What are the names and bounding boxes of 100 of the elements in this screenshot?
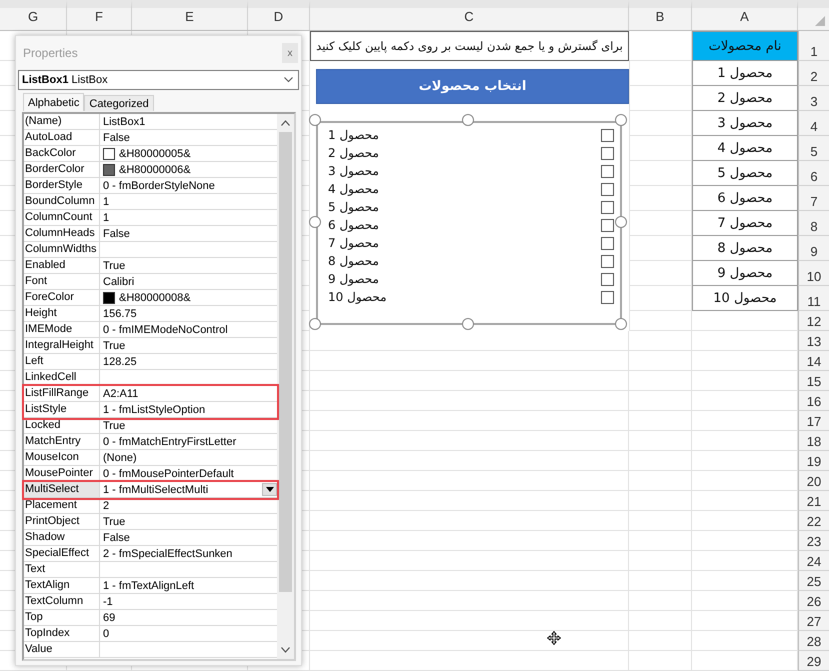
empty-cell[interactable] <box>629 451 692 471</box>
close-button[interactable]: x <box>282 43 298 63</box>
property-value[interactable]: A2:A11 <box>103 388 138 400</box>
scroll-down-icon[interactable] <box>281 647 290 653</box>
row-number[interactable]: 28 <box>798 631 829 651</box>
empty-cell[interactable] <box>310 631 629 651</box>
empty-cell[interactable] <box>629 651 692 671</box>
row-number[interactable]: 1 <box>798 31 829 61</box>
property-value[interactable]: False <box>103 532 130 544</box>
property-value[interactable]: 0 - fmBorderStyleNone <box>103 180 215 192</box>
property-name[interactable]: ForeColor <box>24 290 100 305</box>
property-name[interactable]: BackColor <box>24 146 100 161</box>
property-value[interactable]: ListBox1 <box>103 116 146 128</box>
object-selector[interactable]: ListBox1 ListBox <box>18 70 299 90</box>
empty-cell[interactable] <box>629 186 692 211</box>
checkbox[interactable] <box>601 182 614 196</box>
resize-handle[interactable] <box>615 318 627 330</box>
row-number[interactable]: 11 <box>798 286 829 311</box>
list-item[interactable]: محصول 10 <box>328 290 387 304</box>
empty-cell[interactable] <box>310 571 629 591</box>
empty-cell[interactable] <box>629 591 692 611</box>
row-number[interactable]: 4 <box>798 111 829 136</box>
empty-cell[interactable] <box>310 351 629 371</box>
empty-cell[interactable] <box>310 431 629 451</box>
empty-cell[interactable] <box>310 451 629 471</box>
empty-cell[interactable] <box>629 136 692 161</box>
empty-cell[interactable] <box>629 236 692 261</box>
property-value[interactable]: &H80000005& <box>119 148 191 160</box>
property-name[interactable]: ListStyle <box>24 402 100 417</box>
checkbox[interactable] <box>601 272 614 286</box>
property-value[interactable]: 0 - fmMatchEntryFirstLetter <box>103 436 236 448</box>
row-number[interactable]: 14 <box>798 351 829 371</box>
empty-cell[interactable] <box>629 211 692 236</box>
empty-cell[interactable] <box>629 611 692 631</box>
column-header[interactable]: A <box>692 0 798 30</box>
empty-cell[interactable] <box>629 531 692 551</box>
checkbox[interactable] <box>601 146 614 160</box>
property-name[interactable]: Value <box>24 642 100 657</box>
scrollbar-thumb[interactable] <box>279 132 292 592</box>
checkbox[interactable] <box>601 218 614 232</box>
empty-cell[interactable] <box>629 631 692 651</box>
property-value[interactable]: False <box>103 228 130 240</box>
list-box[interactable]: محصول 1 محصول 2 محصول 3 محصول 4 محصول 5 محصول 6 محصول 7 محصول 8 محصول 9 محصول 10 <box>316 121 622 325</box>
property-name[interactable]: Left <box>24 354 100 369</box>
property-value[interactable]: 1 <box>103 212 110 224</box>
list-item[interactable]: محصول 7 <box>328 236 379 250</box>
row-number[interactable]: 5 <box>798 136 829 161</box>
empty-cell[interactable] <box>310 371 629 391</box>
property-value[interactable]: 1 - fmListStyleOption <box>103 404 206 416</box>
tab[interactable]: Alphabetic <box>23 93 84 111</box>
empty-cell[interactable] <box>629 111 692 136</box>
dropdown-button[interactable] <box>262 483 277 496</box>
row-number[interactable]: 19 <box>798 451 829 471</box>
checkbox[interactable] <box>601 128 614 142</box>
resize-handle[interactable] <box>615 114 627 126</box>
empty-cell[interactable] <box>629 261 692 286</box>
checkbox[interactable] <box>601 200 614 214</box>
empty-cell[interactable] <box>310 471 629 491</box>
property-name[interactable]: Text <box>24 562 100 577</box>
property-name[interactable]: MatchEntry <box>24 434 100 449</box>
row-number[interactable]: 8 <box>798 211 829 236</box>
property-name[interactable]: Height <box>24 306 100 321</box>
list-item[interactable]: محصول 1 <box>328 128 379 142</box>
empty-cell[interactable] <box>629 551 692 571</box>
checkbox[interactable] <box>601 254 614 268</box>
empty-cell[interactable] <box>629 331 692 351</box>
row-number[interactable]: 29 <box>798 651 829 671</box>
property-value[interactable]: 0 - fmIMEModeNoControl <box>103 324 228 336</box>
property-value[interactable]: True <box>103 516 126 528</box>
scrollbar[interactable] <box>277 114 294 659</box>
row-number[interactable]: 23 <box>798 531 829 551</box>
empty-cell[interactable] <box>629 431 692 451</box>
empty-cell[interactable] <box>310 411 629 431</box>
row-number[interactable]: 15 <box>798 371 829 391</box>
list-item[interactable]: محصول 9 <box>328 272 379 286</box>
resize-handle[interactable] <box>462 318 474 330</box>
property-name[interactable]: Enabled <box>24 258 100 273</box>
property-value[interactable]: True <box>103 340 126 352</box>
property-name[interactable]: Shadow <box>24 530 100 545</box>
property-value[interactable]: &H80000006& <box>119 164 191 176</box>
empty-cell[interactable] <box>310 391 629 411</box>
list-item[interactable]: محصول 5 <box>328 200 379 214</box>
checkbox[interactable] <box>601 290 614 304</box>
empty-cell[interactable] <box>629 511 692 531</box>
property-name[interactable]: ListFillRange <box>24 386 100 401</box>
checkbox[interactable] <box>601 236 614 250</box>
property-value[interactable]: Calibri <box>103 276 134 288</box>
list-item[interactable]: محصول 6 <box>328 218 379 232</box>
property-name[interactable]: AutoLoad <box>24 130 100 145</box>
property-value[interactable]: &H80000008& <box>119 292 191 304</box>
property-name[interactable]: MouseIcon <box>24 450 100 465</box>
property-name[interactable]: LinkedCell <box>24 370 100 385</box>
property-name[interactable]: TopIndex <box>24 626 100 641</box>
property-name[interactable]: IMEMode <box>24 322 100 337</box>
property-name[interactable]: Locked <box>24 418 100 433</box>
resize-handle[interactable] <box>309 318 321 330</box>
empty-cell[interactable] <box>629 471 692 491</box>
row-number[interactable]: 27 <box>798 611 829 631</box>
property-name[interactable]: PrintObject <box>24 514 100 529</box>
row-number[interactable]: 18 <box>798 431 829 451</box>
